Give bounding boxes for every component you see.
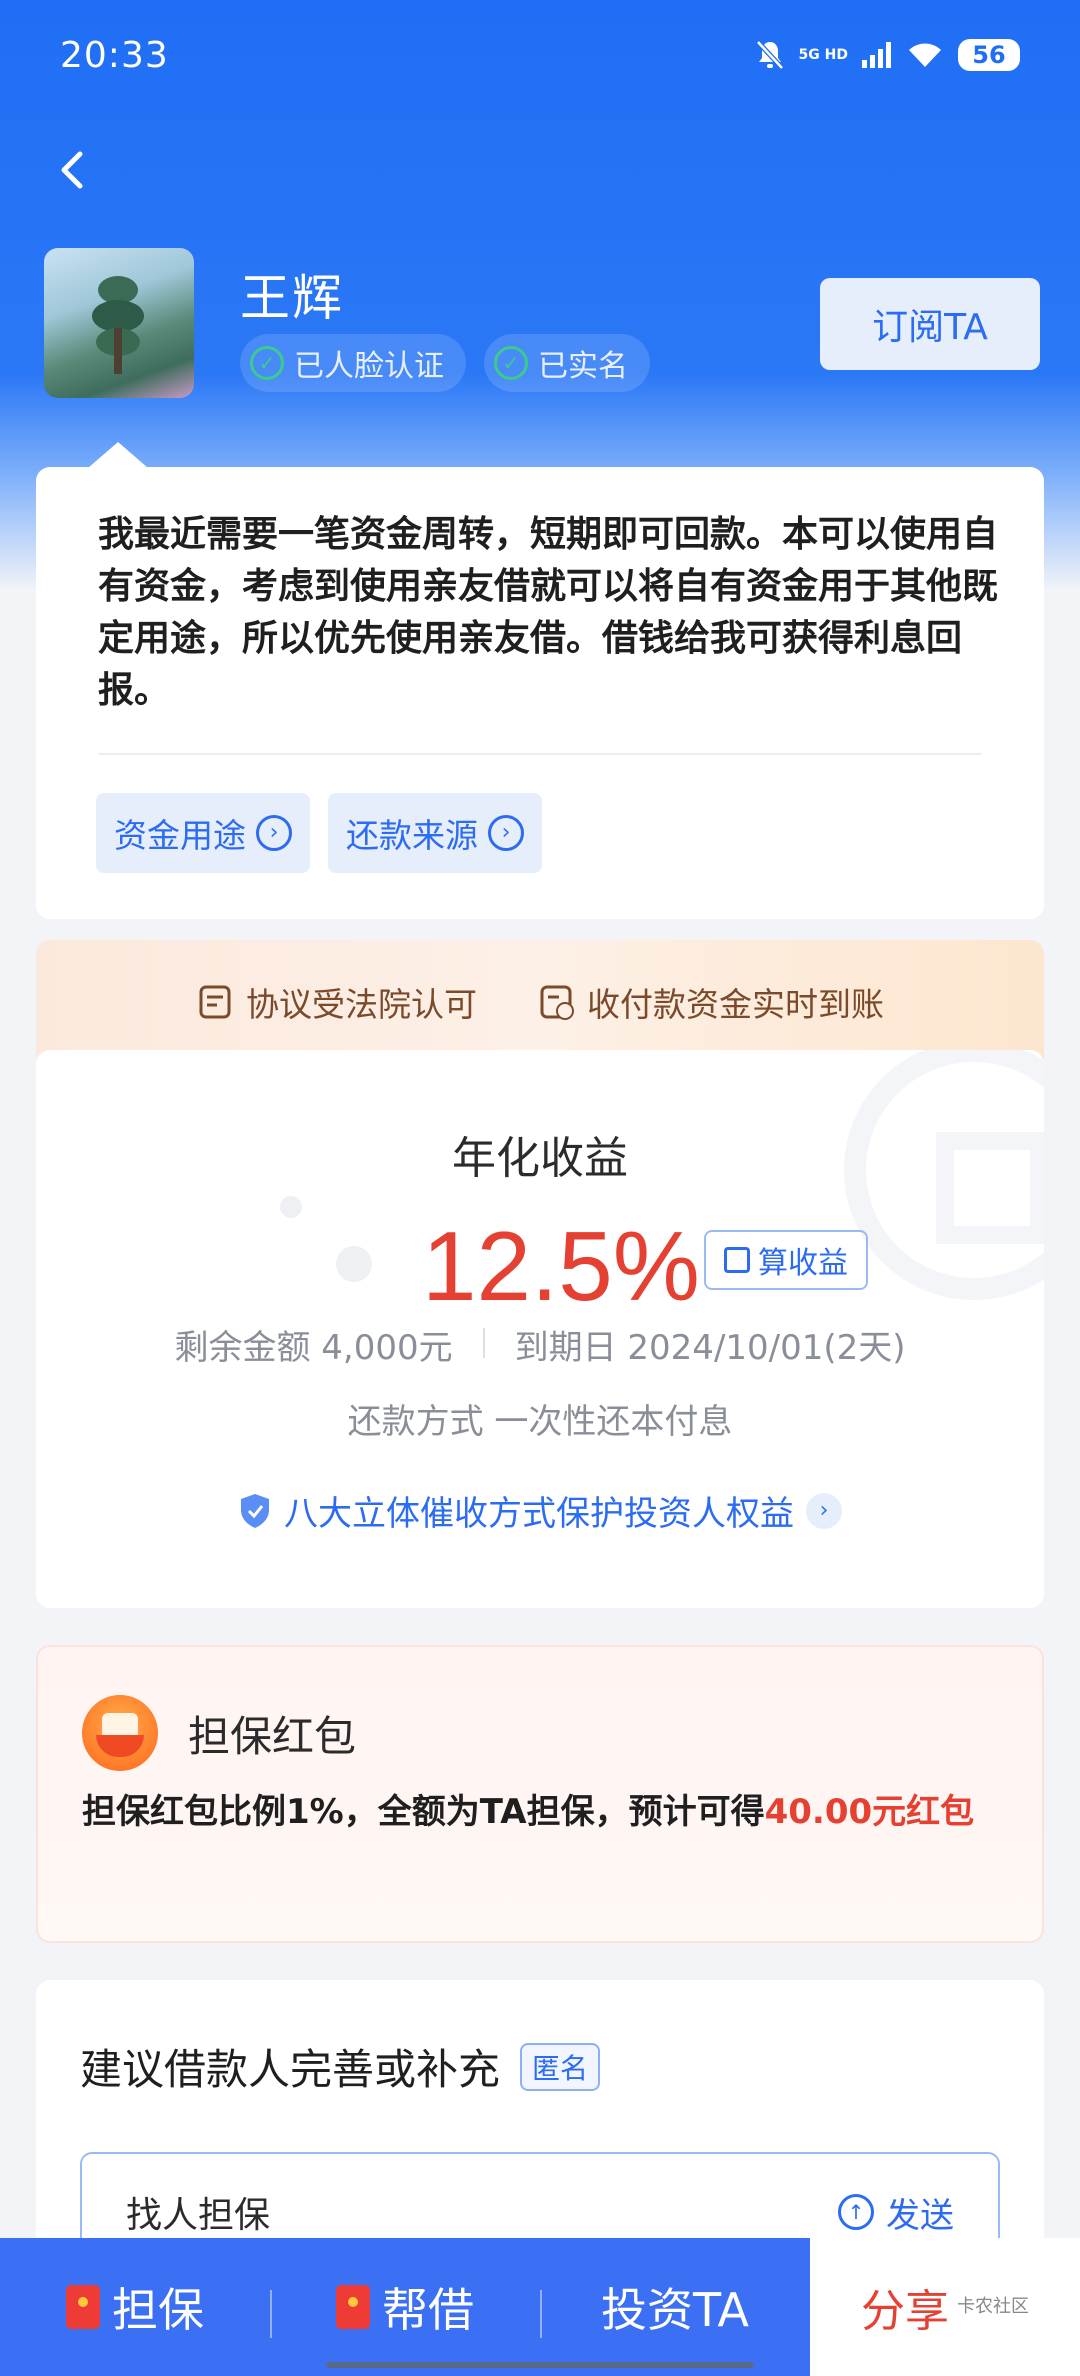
- avatar[interactable]: [44, 248, 194, 398]
- redpacket-icon: [82, 1695, 158, 1771]
- network-label: 5G HD: [798, 47, 848, 63]
- assurance-court-label: 协议受法院认可: [246, 985, 477, 1024]
- yield-card: 年化收益 12.5% 算收益 剩余金额 4,000元 到期日 2024/10/0…: [36, 1050, 1044, 1608]
- decor-bubble: [336, 1246, 372, 1282]
- redpacket-title: 担保红包: [188, 1712, 357, 1761]
- fund-usage-button[interactable]: 资金用途 ›: [96, 793, 310, 873]
- send-label: 发送: [886, 2195, 954, 2236]
- status-time: 20:33: [60, 34, 169, 76]
- bottom-action-bar: 担保 帮借 投资TA 分享 卡农社区: [0, 2238, 1080, 2376]
- chevron-right-icon: ›: [488, 815, 524, 851]
- suggestion-title: 建议借款人完善或补充 匿名: [80, 2036, 601, 2097]
- calculator-icon: [724, 1247, 750, 1273]
- guarantee-button[interactable]: 担保: [0, 2238, 270, 2376]
- loan-description-card: 我最近需要一笔资金周转，短期即可回款。本可以使用自有资金，考虑到使用亲友借就可以…: [36, 467, 1044, 919]
- help-borrow-button[interactable]: 帮借: [270, 2238, 540, 2376]
- redpacket-text: 担保红包比例1%，全额为TA担保，预计可得: [82, 1792, 765, 1832]
- remaining-amount: 剩余金额 4,000元: [174, 1328, 453, 1368]
- protection-label: 八大立体催收方式保护投资人权益: [284, 1494, 794, 1534]
- document-icon: [199, 985, 231, 1019]
- back-button[interactable]: [46, 140, 106, 200]
- suggestion-title-text: 建议借款人完善或补充: [80, 2045, 501, 2094]
- yield-info: 剩余金额 4,000元 到期日 2024/10/01(2天): [36, 1320, 1044, 1369]
- red-envelope-icon: [336, 2285, 370, 2329]
- badge-label: 已人脸认证: [294, 349, 444, 384]
- decor-bubble: [280, 1196, 302, 1218]
- assurance-strip: 协议受法院认可 收付款资金实时到账: [36, 940, 1044, 1060]
- speech-pointer: [88, 442, 148, 468]
- battery-indicator: 56: [958, 39, 1020, 71]
- suggestion-input-value: 找人担保: [126, 2195, 271, 2236]
- send-button[interactable]: ↑ 发送: [838, 2188, 954, 2237]
- home-indicator[interactable]: [326, 2362, 754, 2368]
- loan-description: 我最近需要一笔资金周转，短期即可回款。本可以使用自有资金，考虑到使用亲友借就可以…: [98, 514, 999, 711]
- repayment-source-button[interactable]: 还款来源 ›: [328, 793, 542, 873]
- assurance-realtime: 收付款资金实时到账: [537, 978, 884, 1026]
- watermark-label: 卡农社区: [957, 2296, 1029, 2317]
- calc-label: 算收益: [758, 1246, 848, 1281]
- signal-icon: [862, 42, 891, 68]
- badge-label: 已实名: [538, 349, 628, 384]
- borrower-name: 王辉: [240, 269, 344, 327]
- due-date: 到期日 2024/10/01(2天): [514, 1328, 906, 1368]
- help-borrow-label: 帮借: [382, 2283, 474, 2337]
- wifi-icon: [909, 43, 941, 67]
- assurance-court: 协议受法院认可: [196, 978, 477, 1026]
- divider: [98, 753, 982, 755]
- status-bar: 20:33 5G HD 56: [0, 0, 1080, 110]
- divider: [482, 1328, 485, 1358]
- share-button[interactable]: 分享 卡农社区: [810, 2238, 1080, 2376]
- arrow-up-icon: ↑: [838, 2194, 874, 2230]
- realname-verified-badge: ✓ 已实名: [484, 334, 650, 392]
- redpacket-description: 担保红包比例1%，全额为TA担保，预计可得40.00元红包: [82, 1787, 1022, 1837]
- anonymous-tag: 匿名: [520, 2042, 601, 2091]
- subscribe-button[interactable]: 订阅TA: [820, 278, 1040, 370]
- face-verified-badge: ✓ 已人脸认证: [240, 334, 466, 392]
- red-envelope-icon: [66, 2285, 100, 2329]
- guarantee-label: 担保: [112, 2283, 204, 2337]
- shield-icon: [241, 1493, 269, 1528]
- annual-yield-rate: 12.5%: [422, 1211, 700, 1321]
- chevron-left-icon: [61, 151, 83, 189]
- guarantee-redpacket-card: 担保红包 担保红包比例1%，全额为TA担保，预计可得40.00元红包: [36, 1645, 1044, 1943]
- chevron-right-icon: ›: [256, 815, 292, 851]
- investor-protection-link[interactable]: 八大立体催收方式保护投资人权益 ›: [36, 1486, 1044, 1535]
- description-tags: 资金用途 › 还款来源 ›: [96, 793, 542, 873]
- bottom-actions: 担保 帮借 投资TA: [0, 2238, 810, 2376]
- share-label: 分享: [861, 2286, 949, 2337]
- assurance-realtime-label: 收付款资金实时到账: [587, 985, 884, 1024]
- status-icons: 5G HD 56: [755, 39, 1020, 71]
- clock-24-icon: [540, 985, 574, 1020]
- avatar-image: [92, 276, 144, 374]
- fund-usage-label: 资金用途: [114, 816, 246, 855]
- check-icon: ✓: [250, 346, 284, 380]
- borrower-profile: 王辉 ✓ 已人脸认证 ✓ 已实名 订阅TA: [44, 248, 1040, 408]
- yield-title: 年化收益: [452, 1133, 628, 1184]
- invest-button[interactable]: 投资TA: [540, 2238, 810, 2376]
- check-icon: ✓: [494, 346, 528, 380]
- repayment-source-label: 还款来源: [346, 816, 478, 855]
- repayment-method: 还款方式 一次性还本付息: [347, 1402, 733, 1442]
- calculate-yield-button[interactable]: 算收益: [704, 1230, 868, 1290]
- chevron-right-icon: ›: [806, 1492, 842, 1529]
- mute-bell-icon: [755, 40, 784, 70]
- redpacket-amount: 40.00元红包: [764, 1792, 975, 1832]
- verification-badges: ✓ 已人脸认证 ✓ 已实名: [240, 334, 650, 392]
- invest-label: 投资TA: [601, 2283, 749, 2337]
